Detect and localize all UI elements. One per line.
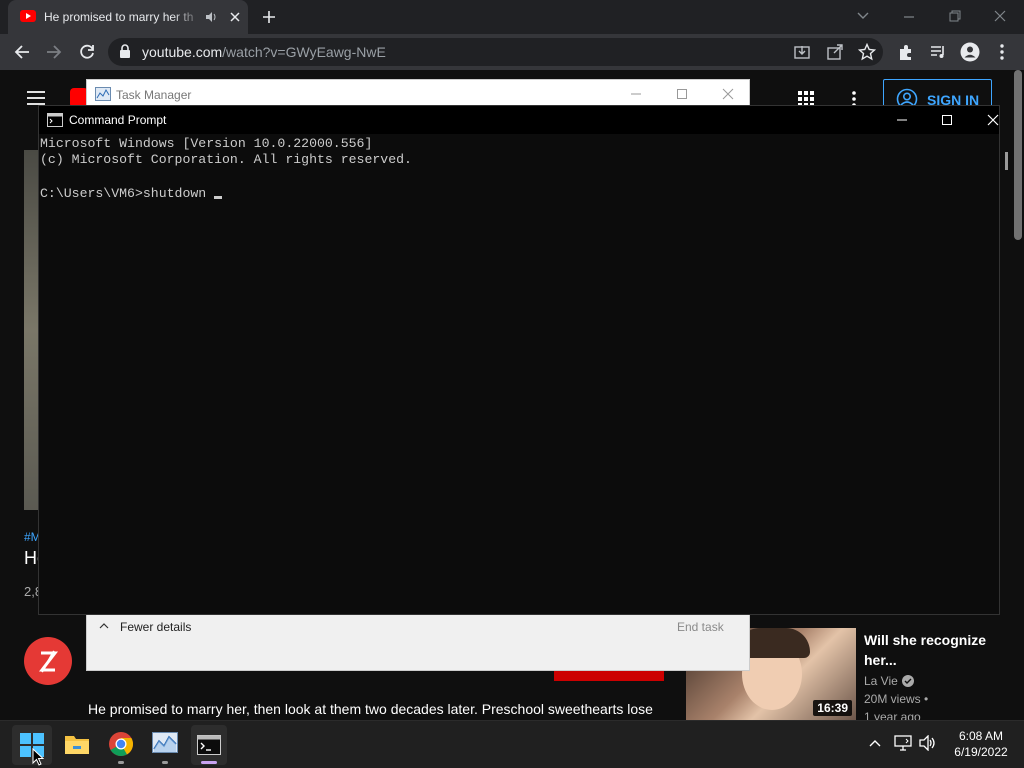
show-hidden-icons-chevron-icon[interactable]: [868, 738, 882, 748]
task-manager-icon: [95, 87, 111, 101]
cmd-minimize-icon[interactable]: [895, 113, 909, 127]
youtube-favicon-icon: [20, 10, 36, 22]
verified-icon: [902, 675, 914, 687]
extensions-icon[interactable]: [897, 43, 915, 61]
volume-icon[interactable]: [919, 735, 937, 751]
tab-audio-icon[interactable]: [204, 10, 218, 24]
cmd-output-line: Microsoft Windows [Version 10.0.22000.55…: [40, 136, 373, 151]
url-host: youtube.com: [142, 44, 223, 60]
clock-date[interactable]: 6/19/2022: [947, 745, 1015, 759]
chrome-taskbar-icon[interactable]: [108, 731, 134, 757]
chrome-menu-icon[interactable]: [996, 43, 1008, 61]
task-manager-titlebar[interactable]: Task Manager: [87, 80, 749, 108]
tm-minimize-icon[interactable]: [629, 87, 643, 101]
url-path: /watch?v=GWyEawg-NwE: [222, 44, 386, 60]
related-video-title[interactable]: Will she recognize her...: [864, 630, 1014, 670]
cmd-taskbar-button[interactable]: [191, 725, 227, 765]
url-text[interactable]: youtube.com/watch?v=GWyEawg-NwE: [142, 44, 386, 60]
lock-icon[interactable]: [119, 44, 131, 58]
windows-taskbar: 6:08 AM 6/19/2022: [0, 720, 1024, 768]
command-prompt-window[interactable]: Command Prompt Microsoft Windows [Versio…: [38, 105, 1008, 615]
clock-time[interactable]: 6:08 AM: [949, 729, 1013, 743]
browser-tab[interactable]: He promised to marry her th: [8, 0, 248, 34]
install-app-icon[interactable]: [793, 43, 811, 61]
file-explorer-icon[interactable]: [64, 733, 90, 755]
bookmark-star-icon[interactable]: [858, 43, 876, 61]
cmd-taskbar-icon: [197, 735, 221, 755]
new-tab-icon[interactable]: [261, 9, 277, 25]
mouse-cursor-icon: [32, 748, 44, 766]
network-icon[interactable]: [894, 735, 912, 751]
page-scrollbar[interactable]: [1014, 70, 1022, 240]
tm-maximize-icon[interactable]: [675, 87, 689, 101]
cmd-titlebar[interactable]: Command Prompt: [39, 106, 999, 134]
forward-icon[interactable]: [45, 43, 63, 61]
browser-tab-strip: He promised to marry her th: [0, 0, 1024, 34]
cmd-cursor: [214, 196, 223, 199]
reload-icon[interactable]: [78, 43, 96, 61]
task-manager-taskbar-icon[interactable]: [152, 732, 178, 756]
fewer-details-chevron-icon[interactable]: [99, 621, 109, 631]
back-icon[interactable]: [13, 43, 31, 61]
chrome-running-indicator: [118, 761, 124, 764]
tab-close-icon[interactable]: [228, 10, 242, 24]
close-window-icon[interactable]: [993, 9, 1007, 23]
cmd-active-indicator: [201, 761, 217, 764]
task-manager-title: Task Manager: [116, 88, 192, 102]
cmd-maximize-icon[interactable]: [940, 113, 954, 127]
end-task-button[interactable]: End task: [677, 620, 724, 634]
cmd-prompt-line[interactable]: C:\Users\VM6>shutdown: [40, 184, 223, 202]
minimize-icon[interactable]: [902, 10, 916, 24]
related-channel-name[interactable]: La Vie: [864, 674, 898, 688]
task-manager-footer: Fewer details End task: [87, 614, 749, 670]
duration-badge: 16:39: [813, 700, 852, 716]
profile-icon[interactable]: [960, 42, 980, 62]
cmd-output-line: (c) Microsoft Corporation. All rights re…: [40, 152, 412, 167]
tab-title: He promised to marry her th: [44, 10, 194, 24]
youtube-menu-icon[interactable]: [26, 90, 46, 106]
channel-avatar[interactable]: [24, 637, 72, 685]
video-description: He promised to marry her, then look at t…: [88, 701, 653, 717]
tm-close-icon[interactable]: [721, 87, 735, 101]
restore-icon[interactable]: [948, 9, 962, 23]
related-views: 20M views •: [864, 692, 929, 706]
media-control-icon[interactable]: [929, 43, 947, 61]
cmd-app-icon: [47, 113, 63, 127]
cmd-title: Command Prompt: [69, 113, 167, 127]
task-manager-running-indicator: [162, 761, 168, 764]
cmd-prompt-text: C:\Users\VM6>shutdown: [40, 186, 215, 201]
tab-search-chevron-icon[interactable]: [856, 10, 870, 22]
cmd-scrollbar[interactable]: [1005, 152, 1008, 170]
cmd-close-icon[interactable]: [986, 113, 1000, 127]
share-icon[interactable]: [826, 43, 844, 61]
related-age: 1 year ago: [864, 710, 921, 720]
fewer-details-link[interactable]: Fewer details: [120, 620, 191, 634]
